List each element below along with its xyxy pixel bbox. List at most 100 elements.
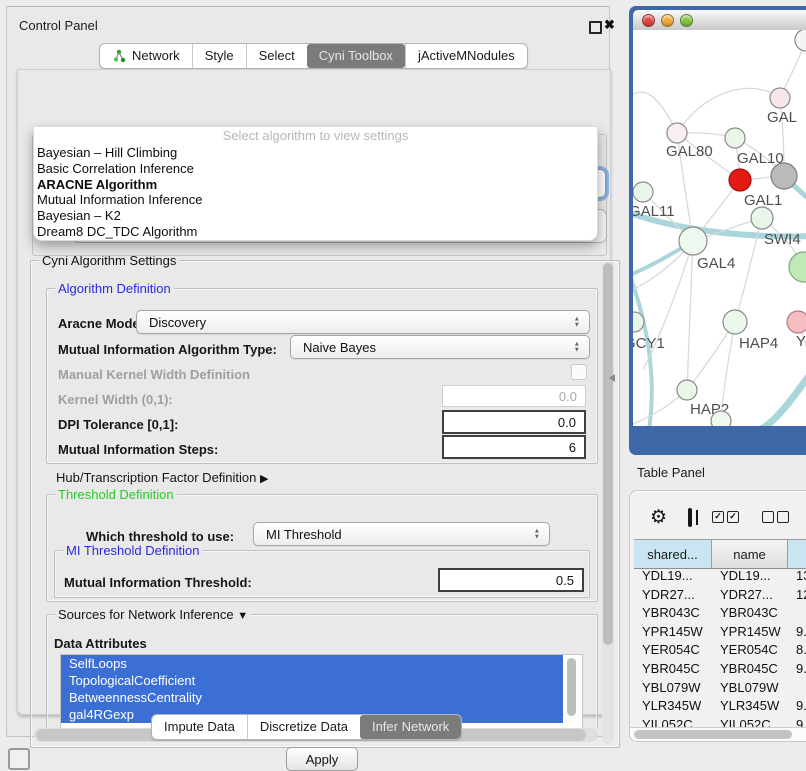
network-window-titlebar[interactable] xyxy=(633,10,806,31)
algorithm-option[interactable]: Mutual Information Inference xyxy=(34,192,597,208)
splitter-arrow-icon[interactable] xyxy=(609,374,615,382)
unchecked-pair-icon[interactable] xyxy=(762,511,792,523)
network-edge xyxy=(687,241,693,390)
algorithm-option[interactable]: ARACNE Algorithm xyxy=(34,177,597,193)
network-edge xyxy=(759,370,806,426)
table-cell: 9. xyxy=(788,623,806,642)
kernel-width-input[interactable]: 0.0 xyxy=(442,385,586,407)
algorithm-list: Bayesian – Hill ClimbingBasic Correlatio… xyxy=(34,145,597,240)
close-traffic-icon[interactable] xyxy=(642,14,655,27)
minimize-traffic-icon[interactable] xyxy=(661,14,674,27)
network-node[interactable] xyxy=(711,411,731,426)
apply-button[interactable]: Apply xyxy=(286,747,358,771)
dpi-tolerance-input[interactable]: 0.0 xyxy=(442,410,586,434)
tab-label: Style xyxy=(205,44,234,68)
data-attribute-item[interactable]: BetweennessCentrality xyxy=(61,689,563,706)
which-threshold-combobox[interactable]: MI Threshold ▲▼ xyxy=(253,522,550,546)
bottom-tab-bar: Impute Data Discretize Data Infer Network xyxy=(151,714,462,740)
column-header[interactable]: A xyxy=(788,540,806,568)
tab-label: Select xyxy=(259,44,295,68)
table-row[interactable]: YBR043CYBR043C xyxy=(634,604,806,623)
manual-kernel-checkbox[interactable] xyxy=(571,364,587,380)
network-node-hap4[interactable] xyxy=(723,310,747,334)
collapse-right-icon[interactable]: ▶ xyxy=(260,473,268,485)
node-label: Y xyxy=(796,333,806,350)
network-node-gal10[interactable] xyxy=(725,128,745,148)
table-cell: YBL079W xyxy=(634,679,712,698)
sources-group-title[interactable]: Sources for Network Inference ▼ xyxy=(55,607,251,622)
network-icon xyxy=(112,49,126,63)
collapse-down-icon[interactable]: ▼ xyxy=(237,610,248,622)
table-cell: YPR145W xyxy=(634,623,712,642)
table-row[interactable]: YBR045CYBR045C9. xyxy=(634,660,806,679)
data-attribute-item[interactable]: TopologicalCoefficient xyxy=(61,672,563,689)
column-header[interactable]: name xyxy=(712,540,788,568)
minimized-panel-button[interactable] xyxy=(8,748,30,770)
network-node-y[interactable] xyxy=(787,311,806,333)
network-node[interactable] xyxy=(771,163,797,189)
algorithm-option[interactable]: Bayesian – Hill Climbing xyxy=(34,145,597,161)
hub-definition-toggle[interactable]: Hub/Transcription Factor Definition ▶ xyxy=(56,470,268,485)
stepper-arrows-icon: ▲▼ xyxy=(534,528,540,539)
columns-icon[interactable] xyxy=(688,508,692,527)
gear-icon[interactable]: ⚙ xyxy=(650,506,667,529)
tab-style[interactable]: Style xyxy=(192,44,246,68)
node-label: GAL11 xyxy=(633,203,675,220)
attr-list-scrollbar[interactable] xyxy=(567,658,576,716)
mi-threshold-input[interactable]: 0.5 xyxy=(438,568,584,592)
tab-label: Discretize Data xyxy=(260,715,348,739)
table-cell: YLR345W xyxy=(634,697,712,716)
checked-pair-icon[interactable]: ✓✓ xyxy=(712,511,742,523)
table-row[interactable]: YDR27...YDR27...12 xyxy=(634,586,806,605)
table-row[interactable]: YLR345WYLR345W9. xyxy=(634,697,806,716)
tab-label: Impute Data xyxy=(164,715,235,739)
data-attribute-item[interactable]: SelfLoops xyxy=(61,655,563,672)
column-header[interactable]: shared... xyxy=(634,540,712,568)
table-hscrollbar-thumb[interactable] xyxy=(634,730,792,739)
network-node-gal[interactable] xyxy=(770,88,790,108)
table-row[interactable]: YER054CYER054C8. xyxy=(634,641,806,660)
table-cell: YBR045C xyxy=(634,660,712,679)
table-row[interactable]: YDL19...YDL19...13 xyxy=(634,567,806,586)
table-row[interactable]: YIL052CYIL052C9 xyxy=(634,716,806,727)
tab-impute-data[interactable]: Impute Data xyxy=(152,715,247,739)
tab-jactivemnodules[interactable]: jActiveMNodules xyxy=(405,44,527,68)
algorithm-option[interactable]: Dream8 DC_TDC Algorithm xyxy=(34,224,597,240)
network-node-gal80[interactable] xyxy=(667,123,687,143)
table-cell: YDR27... xyxy=(634,586,712,605)
network-node-gal11[interactable] xyxy=(633,182,653,202)
settings-scrollbar-thumb[interactable] xyxy=(603,263,613,645)
algorithm-option[interactable]: Bayesian – K2 xyxy=(34,208,597,224)
mi-threshold-label: Mutual Information Threshold: xyxy=(64,575,252,590)
float-window-icon[interactable] xyxy=(589,21,602,34)
tab-infer-network[interactable]: Infer Network xyxy=(360,715,461,739)
table-cell: YBR043C xyxy=(634,604,712,623)
mi-steps-label: Mutual Information Steps: xyxy=(58,442,218,457)
close-icon[interactable]: ✖ xyxy=(604,17,615,33)
tab-select[interactable]: Select xyxy=(246,44,307,68)
network-node-gal1[interactable] xyxy=(729,169,751,191)
network-canvas[interactable]: GALGAL80GAL10GAL1GAL11SWI4GAL4GCY1HAP4YH… xyxy=(633,30,806,426)
dpi-tolerance-value: 0.0 xyxy=(558,415,576,430)
network-node[interactable] xyxy=(789,252,806,282)
network-node-gal4[interactable] xyxy=(679,227,707,255)
tab-network[interactable]: Network xyxy=(100,44,192,68)
table-cell: YBR043C xyxy=(712,604,788,623)
mi-type-combobox[interactable]: Naive Bayes ▲▼ xyxy=(290,335,590,359)
network-node[interactable] xyxy=(795,30,806,51)
zoom-traffic-icon[interactable] xyxy=(680,14,693,27)
tab-discretize-data[interactable]: Discretize Data xyxy=(247,715,360,739)
kernel-width-label: Kernel Width (0,1): xyxy=(58,392,173,407)
mi-steps-input[interactable]: 6 xyxy=(442,435,586,459)
network-node-hap2[interactable] xyxy=(677,380,697,400)
table-row[interactable]: YBL079WYBL079W xyxy=(634,679,806,698)
table-cell: YPR145W xyxy=(712,623,788,642)
network-node-swi4[interactable] xyxy=(751,207,773,229)
tab-cyni-toolbox[interactable]: Cyni Toolbox xyxy=(307,44,405,68)
table-row[interactable]: YPR145WYPR145W9. xyxy=(634,623,806,642)
algorithm-option[interactable]: Basic Correlation Inference xyxy=(34,161,597,177)
sources-title-text: Sources for Network Inference xyxy=(58,607,234,622)
table-cell: YIL052C xyxy=(712,716,788,727)
mi-type-label: Mutual Information Algorithm Type: xyxy=(58,342,277,357)
aracne-mode-combobox[interactable]: Discovery ▲▼ xyxy=(136,310,590,334)
